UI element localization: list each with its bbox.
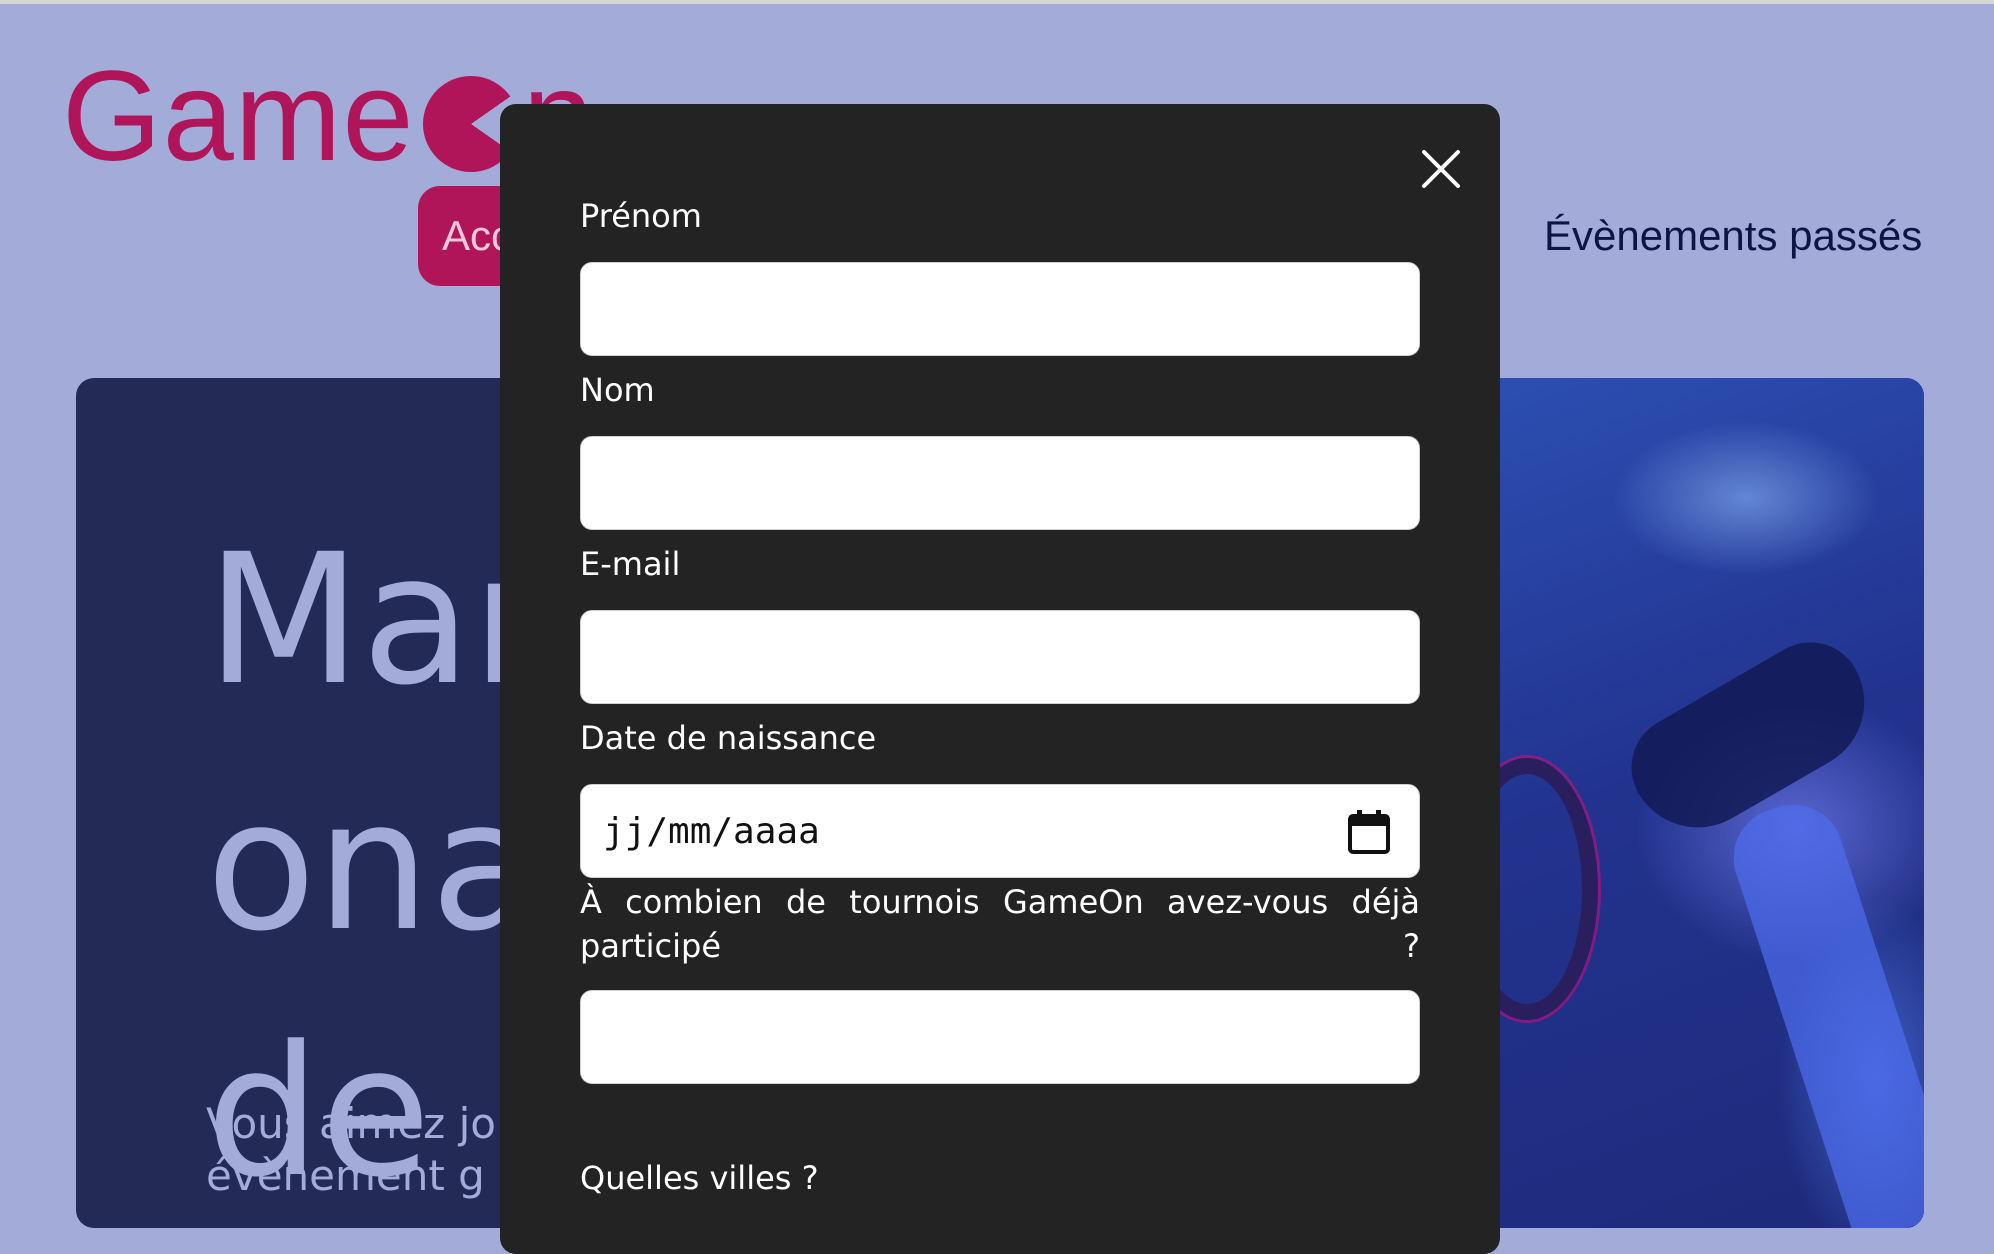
close-icon: [1416, 144, 1466, 194]
hero-description-line1: Vous aimez jo: [206, 1099, 496, 1148]
signup-modal: Prénom Nom E-mail Date de naissance jj/m…: [500, 104, 1500, 1254]
cities-label: Quelles villes ?: [580, 1159, 819, 1197]
birthdate-placeholder: jj/mm/aaaa: [603, 811, 820, 852]
birthdate-input[interactable]: jj/mm/aaaa: [580, 784, 1420, 878]
close-button[interactable]: [1416, 144, 1466, 194]
email-label: E-mail: [580, 545, 681, 583]
tournaments-label: À combien de tournois GameOn avez-vous d…: [580, 880, 1420, 968]
window-top-border: [0, 0, 1994, 4]
first-name-input[interactable]: [580, 262, 1420, 356]
tournaments-input[interactable]: [580, 990, 1420, 1084]
calendar-icon[interactable]: [1347, 809, 1391, 855]
last-name-label: Nom: [580, 371, 655, 409]
email-input[interactable]: [580, 610, 1420, 704]
nav-item-past-events[interactable]: Évènements passés: [1544, 212, 1922, 260]
logo-text-game: Game: [62, 45, 415, 188]
last-name-input[interactable]: [580, 436, 1420, 530]
first-name-label: Prénom: [580, 197, 702, 235]
tournaments-label-line1: À combien de tournois GameOn avez-vous d…: [580, 883, 1420, 921]
hero-description-line2: évènement g: [206, 1151, 485, 1200]
birthdate-label: Date de naissance: [580, 719, 877, 757]
hero-title-fragment-1: Mar: [206, 516, 546, 725]
tournaments-label-line2: participé ?: [580, 927, 1420, 965]
